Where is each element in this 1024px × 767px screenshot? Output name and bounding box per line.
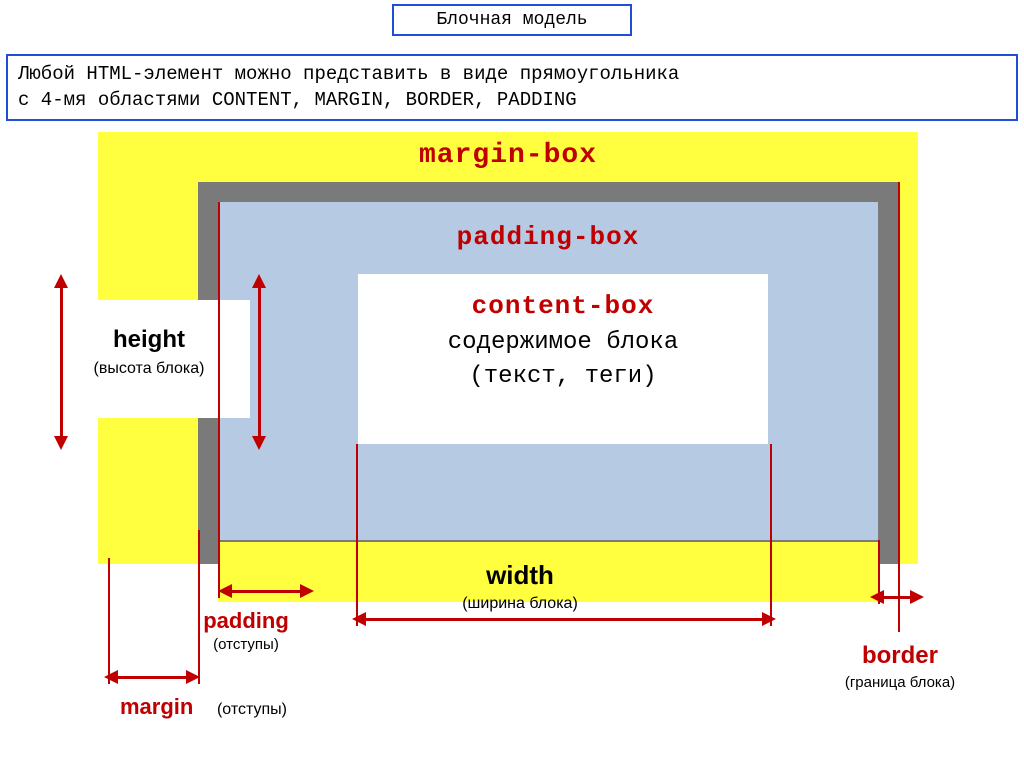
margin-box-label: margin-box	[98, 140, 918, 171]
guide-margin-right	[198, 530, 200, 684]
intro-html-kw: HTML	[86, 63, 132, 85]
padding-arrow-right	[300, 584, 314, 598]
padding-box-label: padding-box	[218, 222, 878, 252]
padding-sub: (отступы)	[176, 636, 316, 653]
margin-callout: margin (отступы)	[120, 694, 410, 720]
width-arrow-right	[762, 612, 776, 626]
margin-sub: (отступы)	[217, 701, 287, 719]
width-arrow-line	[364, 618, 764, 621]
intro-l1c: -элемент можно представить в виде прямоу…	[132, 63, 679, 85]
border-sub: (граница блока)	[790, 674, 1010, 691]
padding-arrow-line	[230, 590, 302, 593]
height-arrow2-down	[54, 436, 68, 450]
content-box-label: content-box	[358, 288, 768, 326]
padding-label: padding	[176, 608, 316, 634]
height-arrow2-up	[54, 274, 68, 288]
intro-l2a: с 4-мя областями	[18, 89, 212, 111]
guide-border-left	[878, 540, 880, 604]
title-text: Блочная модель	[436, 10, 587, 30]
margin-arrow-line	[116, 676, 188, 679]
border-label: border	[790, 642, 1010, 670]
height-arrow-line	[258, 284, 261, 440]
guide-border-right	[898, 182, 900, 632]
content-desc-1: содержимое блока	[358, 326, 768, 361]
padding-callout: padding (отступы)	[176, 604, 316, 657]
content-desc-2: (текст, теги)	[358, 360, 768, 395]
intro-l1a: Любой	[18, 63, 86, 85]
padding-arrow-left	[218, 584, 232, 598]
border-box-area: padding-box content-box содержимое блока…	[198, 182, 898, 564]
border-callout: border (граница блока)	[790, 636, 1010, 697]
height-arrow-down	[252, 436, 266, 450]
border-arrow-line	[882, 596, 912, 599]
width-callout: width (ширина блока)	[300, 560, 740, 613]
height-arrow2-line	[60, 284, 63, 440]
height-arrow-up	[252, 274, 266, 288]
intro-box: Любой HTML-элемент можно представить в в…	[6, 54, 1018, 121]
guide-content-right	[770, 444, 772, 626]
padding-box-area: padding-box content-box содержимое блока…	[218, 202, 878, 540]
margin-label: margin	[120, 694, 193, 720]
border-arrow-left	[870, 590, 884, 604]
content-box-area: content-box содержимое блока (текст, тег…	[358, 274, 768, 444]
guide-content-left	[356, 444, 358, 626]
width-sub: (ширина блока)	[300, 595, 740, 613]
title-box: Блочная модель	[392, 4, 632, 36]
guide-margin-left	[108, 558, 110, 684]
width-arrow-left	[352, 612, 366, 626]
width-label: width	[300, 560, 740, 591]
intro-areas-kw: content, margin, border, padding	[212, 89, 577, 111]
guide-padding-left	[218, 202, 220, 598]
margin-arrow-left	[104, 670, 118, 684]
border-arrow-right	[910, 590, 924, 604]
